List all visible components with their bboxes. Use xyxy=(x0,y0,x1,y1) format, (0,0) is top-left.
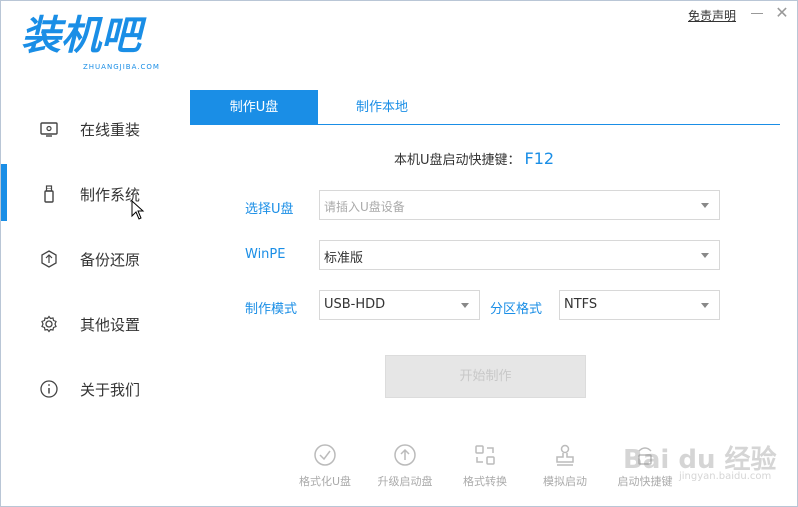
tab-underline xyxy=(190,124,780,125)
logo-subtext: ZHUANGJIBA.COM xyxy=(83,63,160,71)
logo: 装机吧 ZHUANGJIBA.COM xyxy=(21,13,171,73)
usb-select-label: 选择U盘 xyxy=(245,202,294,217)
convert-icon xyxy=(475,445,495,465)
info-icon xyxy=(40,380,58,398)
tool-label: 格式转换 xyxy=(463,475,507,488)
sidebar-item-label: 在线重装 xyxy=(80,121,141,139)
logo-text: 装机吧 xyxy=(21,13,141,59)
sidebar-item-backup-restore[interactable]: 备份还原 xyxy=(1,234,181,284)
gear-icon xyxy=(41,315,57,333)
disclaimer-link[interactable]: 免责声明 xyxy=(688,7,736,24)
tab-make-local[interactable]: 制作本地 xyxy=(319,90,445,125)
sidebar-item-label: 其他设置 xyxy=(80,316,141,334)
hotkey-label: 本机U盘启动快捷键： xyxy=(394,153,521,168)
tool-format-convert[interactable]: 格式转换 xyxy=(445,441,525,491)
stamp-icon xyxy=(556,444,574,466)
tool-format-usb[interactable]: 格式化U盘 xyxy=(285,441,365,491)
tool-label: 升级启动盘 xyxy=(377,475,433,488)
partition-select[interactable]: NTFS xyxy=(559,290,720,320)
hotkey-key: F12 xyxy=(524,149,555,168)
check-circle-icon xyxy=(314,444,336,466)
hotkey-info: 本机U盘启动快捷键： F12 xyxy=(394,149,554,168)
tab-make-usb[interactable]: 制作U盘 xyxy=(190,90,318,125)
sidebar-item-about-us[interactable]: 关于我们 xyxy=(1,364,181,414)
tool-simulate-boot[interactable]: 模拟启动 xyxy=(525,441,605,491)
app-window: 装机吧 ZHUANGJIBA.COM 免责声明 ✕ 在线重装 制作系统 备份还原 xyxy=(0,0,798,507)
tool-upgrade-boot-disk[interactable]: 升级启动盘 xyxy=(365,441,445,491)
sidebar-item-make-system[interactable]: 制作系统 xyxy=(1,169,181,219)
watermark-url: jingyan.baidu.com xyxy=(679,471,772,482)
partition-label: 分区格式 xyxy=(490,302,543,317)
mode-value: USB-HDD xyxy=(324,297,386,312)
backup-icon xyxy=(41,250,57,268)
usb-select-placeholder: 请插入U盘设备 xyxy=(324,200,405,214)
sidebar-item-label: 备份还原 xyxy=(80,251,141,269)
sidebar-item-other-settings[interactable]: 其他设置 xyxy=(1,299,181,349)
sidebar-item-online-reinstall[interactable]: 在线重装 xyxy=(1,104,181,154)
chevron-down-icon xyxy=(701,203,709,208)
start-make-button[interactable]: 开始制作 xyxy=(385,355,586,398)
chevron-down-icon xyxy=(461,303,469,308)
mode-select[interactable]: USB-HDD xyxy=(319,290,480,320)
close-button[interactable]: ✕ xyxy=(774,5,790,21)
winpe-label: WinPE xyxy=(245,247,286,262)
minimize-button[interactable] xyxy=(749,5,765,21)
monitor-icon xyxy=(40,122,58,137)
tool-label: 模拟启动 xyxy=(543,475,587,488)
chevron-down-icon xyxy=(701,303,709,308)
chevron-down-icon xyxy=(701,253,709,258)
partition-value: NTFS xyxy=(564,297,598,312)
sidebar-item-label: 关于我们 xyxy=(80,381,141,399)
mouse-cursor-icon xyxy=(131,200,145,220)
winpe-value: 标准版 xyxy=(324,251,364,266)
tool-label: 格式化U盘 xyxy=(298,475,352,488)
baidu-watermark: Bai du 经验 jingyan.baidu.com xyxy=(613,421,793,491)
usb-select[interactable]: 请插入U盘设备 xyxy=(319,190,720,220)
mode-label: 制作模式 xyxy=(245,302,298,317)
winpe-select[interactable]: 标准版 xyxy=(319,240,720,270)
upload-circle-icon xyxy=(394,444,416,466)
usb-icon xyxy=(44,185,54,203)
